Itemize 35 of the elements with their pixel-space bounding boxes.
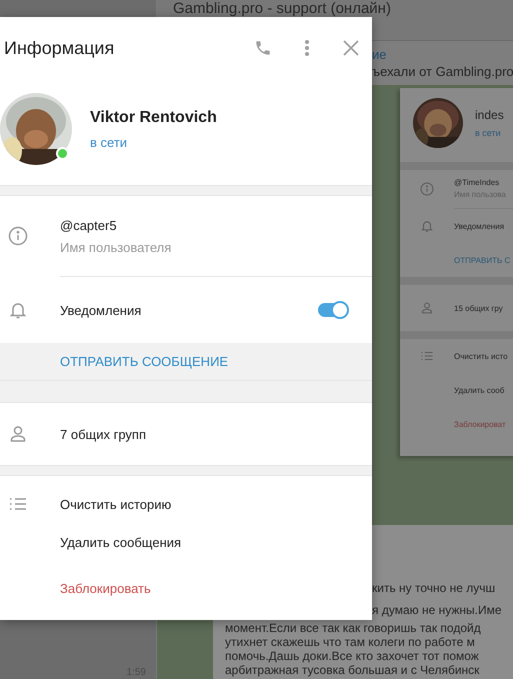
action-button[interactable]: Заблокировать [60, 580, 372, 596]
dialog-title: Информация [4, 38, 116, 58]
list-icon [420, 349, 434, 363]
message-text: момент.Если все так как говоришь так подойд [225, 621, 482, 635]
notifications-label: Уведомления [454, 222, 504, 230]
pinned-label: ие [372, 47, 388, 62]
message-text: утихнет скажешь что там колеги по работе м [225, 635, 476, 649]
contact-status: в сети [475, 128, 502, 138]
contact-name: Viktor Rentovich [90, 108, 217, 126]
info-icon [420, 182, 434, 196]
person-icon [420, 301, 434, 315]
pinned-message: ъехали от Gambling.pro [372, 64, 513, 79]
message-text: я думаю не нужны.Име [372, 602, 503, 619]
action-link[interactable]: Очистить исто [454, 352, 508, 360]
action-button[interactable]: Очистить историю [60, 496, 372, 512]
person-icon [8, 424, 28, 444]
action-link[interactable]: Заблокироват [454, 420, 506, 428]
username-label: Имя пользователя [60, 240, 172, 254]
message-text: помочь.Дашь доки.Все кто захочет тот помож [225, 649, 480, 663]
username: @capter5 [60, 218, 118, 232]
message-text: кить ну точно не лучш [372, 580, 496, 597]
action-link[interactable]: Удалить сооб [454, 386, 504, 394]
message-text: арбитражная тусовка большая и с Челябинск [225, 663, 480, 677]
contact-name: indes [475, 108, 504, 122]
chat-title: Gambling.pro - support (онлайн) [173, 0, 391, 17]
contact-status: в сети [90, 134, 128, 150]
common-groups[interactable]: 15 общих гру [454, 304, 503, 312]
notifications-label: Уведомления [60, 302, 142, 318]
send-message-button[interactable]: ОТПРАВИТЬ СООБЩЕНИЕ [0, 343, 372, 380]
notifications-toggle[interactable] [318, 303, 348, 317]
info-icon [8, 226, 28, 246]
action-button[interactable]: Удалить сообщения [60, 534, 372, 550]
username: @TimeIndes [454, 178, 500, 187]
common-groups-link[interactable]: 7 общих групп [60, 426, 372, 442]
bell-icon [420, 219, 434, 233]
